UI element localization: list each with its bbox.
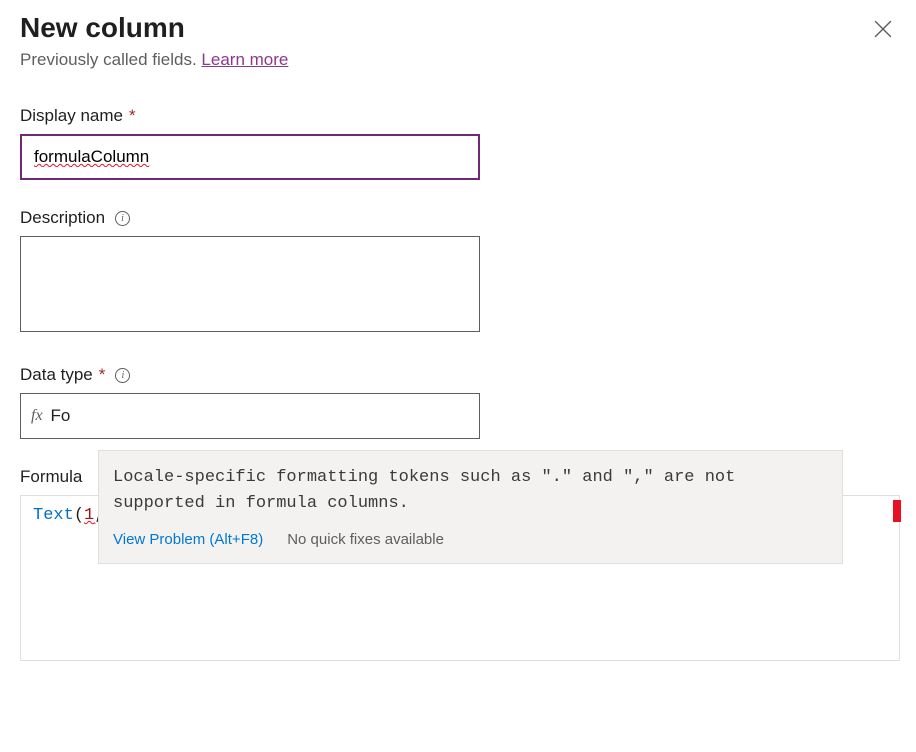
no-quick-fixes-text: No quick fixes available (287, 528, 444, 551)
learn-more-link[interactable]: Learn more (201, 50, 288, 69)
data-type-label-text: Data type (20, 365, 93, 385)
error-tooltip: Locale-specific formatting tokens such a… (98, 450, 843, 564)
close-icon (874, 20, 892, 38)
info-icon[interactable]: i (115, 368, 130, 383)
data-type-select[interactable]: fx Fo (20, 393, 480, 439)
data-type-value: Fo (51, 406, 71, 426)
required-asterisk: * (99, 365, 106, 385)
formula-token-func: Text (33, 506, 74, 525)
view-problem-link[interactable]: View Problem (Alt+F8) (113, 528, 263, 551)
formula-token-arg1: 1 (84, 506, 94, 525)
close-button[interactable] (870, 16, 896, 45)
data-type-label: Data type * i (20, 365, 896, 385)
subtitle-text: Previously called fields. (20, 50, 201, 69)
description-label-text: Description (20, 208, 105, 228)
error-marker-icon (893, 500, 901, 522)
display-name-label: Display name * (20, 106, 896, 126)
display-name-input[interactable] (20, 134, 480, 180)
info-icon[interactable]: i (115, 211, 130, 226)
description-label: Description i (20, 208, 896, 228)
tooltip-message: Locale-specific formatting tokens such a… (113, 465, 828, 518)
fx-icon: fx (31, 407, 43, 425)
description-input[interactable] (20, 236, 480, 332)
panel-subtitle: Previously called fields. Learn more (20, 50, 288, 70)
required-asterisk: * (129, 106, 136, 126)
formula-token-open: ( (74, 506, 84, 525)
display-name-label-text: Display name (20, 106, 123, 126)
panel-title: New column (20, 12, 288, 44)
formula-label-text: Formula (20, 467, 82, 487)
